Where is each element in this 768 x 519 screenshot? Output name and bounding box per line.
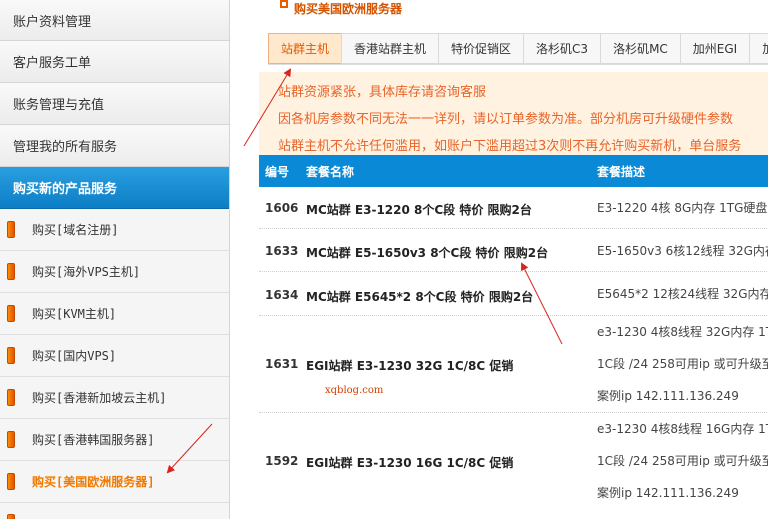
sidebar-item-buy-domain[interactable]: 购买[域名注册] xyxy=(0,209,229,251)
row-desc-line: 1C段 /24 258可用ip 或可升级至 xyxy=(597,454,768,468)
sidebar: 账户资料管理 客户服务工单 账务管理与充值 管理我的所有服务 购买新的产品服务 … xyxy=(0,0,230,519)
sidebar-item-label: 购买[KVM主机] xyxy=(32,307,117,321)
column-header-desc: 套餐描述 xyxy=(597,164,646,179)
sidebar-item-label: 购买[香港新加坡云主机] xyxy=(32,391,167,405)
notice-line: 站群主机不允许任何滥用，如账户下滥用超过3次则不再允许购买新机，单台服务 xyxy=(278,139,742,154)
table-header: 编号 套餐名称 套餐描述 xyxy=(259,155,768,187)
row-name[interactable]: MC站群 E5-1650v3 8个C段 特价 限购2台 xyxy=(306,244,548,261)
row-desc: E3-1220 4核 8G内存 1TG硬盘 流 xyxy=(597,201,768,215)
row-desc: E5-1650v3 6核12线程 32G内存 xyxy=(597,244,768,258)
bullet-icon xyxy=(7,513,15,519)
tab-la-c3[interactable]: 洛杉矶C3 xyxy=(523,33,602,64)
sidebar-section-buy-products[interactable]: 购买新的产品服务 xyxy=(0,167,229,209)
bullet-icon xyxy=(7,389,15,406)
row-desc-line: e3-1230 4核8线程 16G内存 1T硬 xyxy=(597,422,768,436)
sidebar-item-buy-hk-kr-server[interactable]: 购买[香港韩国服务器] xyxy=(0,419,229,461)
row-name[interactable]: MC站群 E5645*2 8个C段 特价 限购2台 xyxy=(306,288,533,305)
notice-line: 因各机房参数不同无法一一详列，请以订单参数为准。部分机房可升级硬件参数 xyxy=(278,112,734,127)
sidebar-item-buy-us-eu-server[interactable]: 购买[美国欧洲服务器] xyxy=(0,461,229,503)
row-id: 1631 xyxy=(265,357,299,371)
row-id: 1633 xyxy=(265,244,299,258)
row-desc-line: 案例ip 142.111.136.249 xyxy=(597,389,739,403)
title-square-icon xyxy=(280,0,288,8)
sidebar-item-more[interactable] xyxy=(0,503,229,519)
table-row[interactable]: 1606 MC站群 E3-1220 8个C段 特价 限购2台 E3-1220 4… xyxy=(259,187,768,229)
page-title: 购买美国欧洲服务器 xyxy=(294,1,403,16)
notice-box: 站群资源紧张，具体库存请咨询客服 因各机房参数不同无法一一详列，请以订单参数为准… xyxy=(259,72,768,155)
row-desc-line: e3-1230 4核8线程 32G内存 1T硬 xyxy=(597,325,768,339)
sidebar-item-account-profile[interactable]: 账户资料管理 xyxy=(0,0,229,41)
row-id: 1606 xyxy=(265,201,299,215)
bullet-icon xyxy=(7,473,15,490)
bullet-icon xyxy=(7,347,15,364)
tab-ca-more[interactable]: 加州 xyxy=(749,33,768,64)
row-desc-line: 案例ip 142.111.136.249 xyxy=(597,486,739,500)
sidebar-item-label: 购买[国内VPS] xyxy=(32,349,117,363)
tab-la-mc[interactable]: 洛杉矶MC xyxy=(600,33,681,64)
row-desc: E5645*2 12核24线程 32G内存 1 xyxy=(597,287,768,301)
main-content: 购买美国欧洲服务器 站群主机 香港站群主机 特价促销区 洛杉矶C3 洛杉矶MC … xyxy=(259,0,768,519)
sidebar-item-label: 购买[海外VPS主机] xyxy=(32,265,141,279)
row-id: 1592 xyxy=(265,454,299,468)
sidebar-item-label: 购买[美国欧洲服务器] xyxy=(32,475,155,489)
sidebar-item-billing[interactable]: 账务管理与充值 xyxy=(0,83,229,125)
bullet-icon xyxy=(7,431,15,448)
row-name[interactable]: EGI站群 E3-1230 32G 1C/8C 促销 xyxy=(306,357,513,374)
tab-special-offers[interactable]: 特价促销区 xyxy=(438,33,525,64)
watermark-text: xqblog.com xyxy=(325,385,384,396)
bullet-icon xyxy=(7,305,15,322)
bullet-icon xyxy=(7,221,15,238)
sidebar-item-buy-domestic-vps[interactable]: 购买[国内VPS] xyxy=(0,335,229,377)
sidebar-item-support-tickets[interactable]: 客户服务工单 xyxy=(0,41,229,83)
row-name[interactable]: MC站群 E3-1220 8个C段 特价 限购2台 xyxy=(306,201,532,218)
column-header-id: 编号 xyxy=(265,164,290,179)
notice-line: 站群资源紧张，具体库存请咨询客服 xyxy=(278,85,487,100)
sidebar-item-buy-kvm[interactable]: 购买[KVM主机] xyxy=(0,293,229,335)
tab-hk-station-group[interactable]: 香港站群主机 xyxy=(341,33,440,64)
page-header: 购买美国欧洲服务器 xyxy=(259,0,768,16)
row-desc-line: 1C段 /24 258可用ip 或可升级至 xyxy=(597,357,768,371)
sidebar-item-label: 购买[域名注册] xyxy=(32,223,119,237)
table-row[interactable]: 1592 EGI站群 E3-1230 16G 1C/8C 促销 e3-1230 … xyxy=(259,413,768,519)
bullet-icon xyxy=(7,263,15,280)
tab-station-group-host[interactable]: 站群主机 xyxy=(268,33,343,64)
sidebar-item-buy-hk-sg-cloud[interactable]: 购买[香港新加坡云主机] xyxy=(0,377,229,419)
table-row[interactable]: 1634 MC站群 E5645*2 8个C段 特价 限购2台 E5645*2 1… xyxy=(259,272,768,316)
row-id: 1634 xyxy=(265,288,299,302)
table-row[interactable]: 1631 EGI站群 E3-1230 32G 1C/8C 促销 e3-1230 … xyxy=(259,316,768,413)
sidebar-item-my-services[interactable]: 管理我的所有服务 xyxy=(0,125,229,167)
tab-ca-egi[interactable]: 加州EGI xyxy=(679,33,751,64)
tab-bar: 站群主机 香港站群主机 特价促销区 洛杉矶C3 洛杉矶MC 加州EGI 加州 xyxy=(268,33,768,65)
sidebar-item-buy-overseas-vps[interactable]: 购买[海外VPS主机] xyxy=(0,251,229,293)
table-row[interactable]: 1633 MC站群 E5-1650v3 8个C段 特价 限购2台 E5-1650… xyxy=(259,229,768,272)
row-name[interactable]: EGI站群 E3-1230 16G 1C/8C 促销 xyxy=(306,454,513,471)
sidebar-item-label: 购买[香港韩国服务器] xyxy=(32,433,155,447)
column-header-name: 套餐名称 xyxy=(306,164,355,179)
